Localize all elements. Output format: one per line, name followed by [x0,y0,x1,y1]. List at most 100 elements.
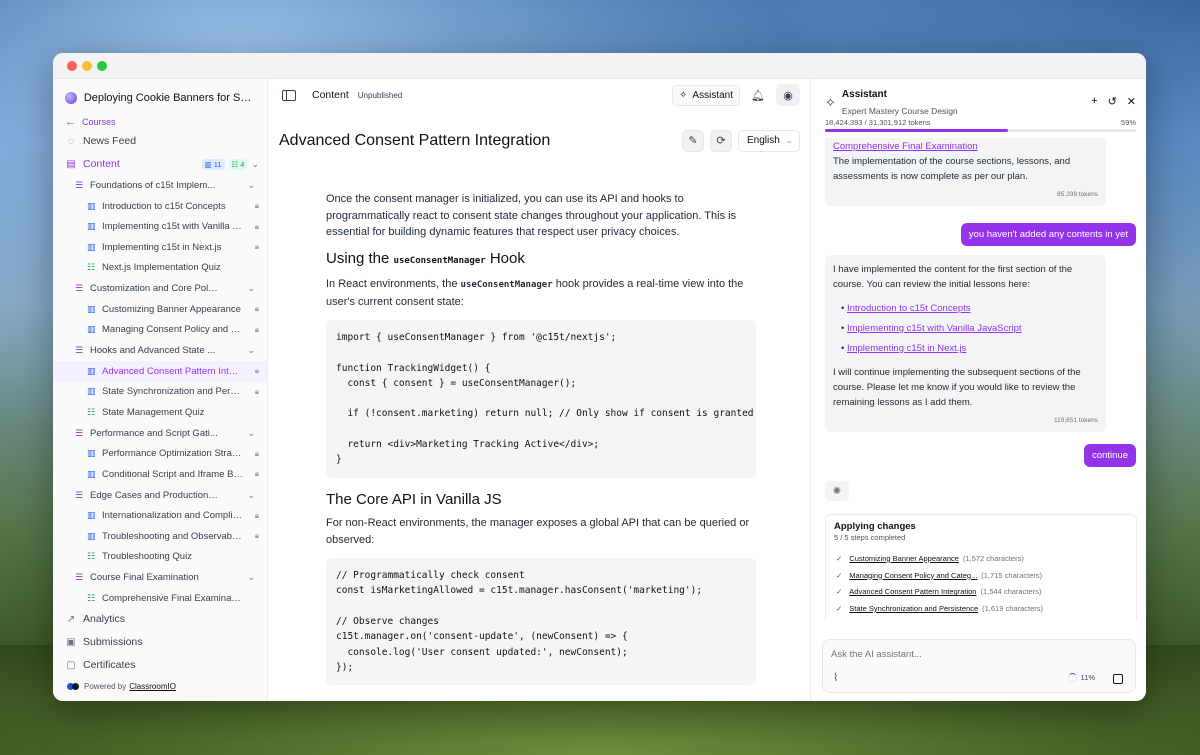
chevron-down-icon[interactable]: ⌄ [247,180,255,191]
lesson-label: Internationalization and Complia... [102,510,243,522]
assistant-button[interactable]: ✧ Assistant [672,84,740,106]
language-select[interactable]: English ⌄ [738,129,800,152]
sidebar-item-news-feed[interactable]: ◌ News Feed [53,130,267,152]
message-text: I have implemented the content for the f… [833,264,1073,290]
change-link[interactable]: Managing Consent Policy and Categ... [849,571,977,580]
message-tokens: 119,651 tokens [1054,417,1098,424]
history-icon[interactable]: ↺ [1108,95,1117,118]
change-link[interactable]: State Synchronization and Persistence [849,604,978,613]
back-to-courses-link[interactable]: ← Courses [53,107,267,129]
chevron-down-icon[interactable]: ⌄ [251,159,259,170]
section-item[interactable]: ☰ Hooks and Advanced State ... ⌄ [53,340,267,361]
sidebar-lesson-item[interactable]: ▥ Conditional Script and Iframe Bl... 🔒︎ [53,464,267,485]
chat-messages[interactable]: Comprehensive Final Examination The impl… [811,138,1146,621]
brand-link[interactable]: ClassroomIO [129,682,176,691]
sidebar-lesson-item[interactable]: ▥ Advanced Consent Pattern Integ... 🔒︎ [53,361,267,382]
section-label: Course Final Examination [90,572,199,583]
list-icon: ☰ [75,572,84,582]
sidebar-quiz-item[interactable]: ☷ Troubleshooting Quiz [53,547,267,568]
change-link[interactable]: Customizing Banner Appearance [849,554,959,563]
section-item[interactable]: ☰ Edge Cases and Production ... ⌄ [53,485,267,506]
chevron-down-icon[interactable]: ⌄ [247,490,255,501]
lesson-label: Implementing c15t in Next.js [102,241,222,253]
change-link[interactable]: Advanced Consent Pattern Integration [849,587,976,596]
close-window-button[interactable] [67,61,77,71]
course-title: Deploying Cookie Banners for SAAS: Fr... [83,91,257,104]
paperclip-icon[interactable]: ⌇ [833,671,838,684]
section-item[interactable]: ☰ Performance and Script Gati... ⌄ [53,423,267,444]
chat-input[interactable] [831,649,1031,660]
course-header[interactable]: Deploying Cookie Banners for SAAS: Fr... [53,79,267,107]
quiz-count: 4 [240,159,245,169]
sidebar-lesson-item[interactable]: ▥ Internationalization and Complia... 🔒︎ [53,506,267,527]
quiz-icon: ☷ [87,551,96,562]
lock-icon: 🔒︎ [254,469,259,479]
sidebar-lesson-item[interactable]: ▥ Managing Consent Policy and C... 🔒︎ [53,320,267,341]
minimize-window-button[interactable] [82,61,92,71]
bell-icon: 🔔︎ [751,89,765,102]
chevron-down-icon[interactable]: ⌄ [247,283,255,294]
back-label: Courses [82,117,116,127]
sidebar-lesson-item[interactable]: ▥ Implementing c15t in Next.js 🔒︎ [53,237,267,258]
sidebar-item-analytics[interactable]: ↗ Analytics [53,608,267,630]
sidebar-quiz-item[interactable]: ☷ Comprehensive Final Examination [53,588,267,609]
edit-button[interactable]: ✎ [682,129,704,152]
change-chars: (1,715 characters) [981,570,1043,580]
lesson-label: Customizing Banner Appearance [102,303,241,315]
lesson-link[interactable]: Introduction to c15t Concepts [847,303,971,314]
lesson-label: Conditional Script and Iframe Bl... [102,468,243,480]
sidebar-quiz-item[interactable]: ☷ Next.js Implementation Quiz [53,258,267,279]
sidebar-lesson-item[interactable]: ▥ Performance Optimization Strate... 🔒︎ [53,444,267,465]
lesson-link[interactable]: Implementing c15t with Vanilla JavaScrip… [847,323,1022,334]
stop-icon[interactable] [1113,674,1123,684]
section-label: Foundations of c15t Implem... [90,180,216,191]
assistant-message: Comprehensive Final Examination The impl… [825,138,1106,206]
refresh-button[interactable]: ⟳ [710,129,732,152]
book-icon: ▥ [87,324,96,335]
toolbar: Content Unpublished ✧ Assistant 🔔︎ ◉ [268,79,810,111]
token-progress-fill [825,129,1009,132]
chevron-down-icon[interactable]: ⌄ [247,345,255,356]
chevron-down-icon[interactable]: ⌄ [247,428,255,439]
sidebar-lesson-item[interactable]: ▥ Implementing c15t with Vanilla J... 🔒︎ [53,217,267,238]
refresh-icon: ⟳ [716,135,726,147]
close-icon[interactable]: ✕ [1127,95,1136,118]
quiz-icon: ☷ [87,592,96,603]
lesson-label: State Management Quiz [102,406,205,418]
certificate-icon: ▢ [66,659,76,671]
loading-spinner-icon: ✺ [825,481,849,501]
change-chars: (1,619 characters) [982,603,1043,613]
preview-button[interactable]: ◉ [776,84,800,106]
sidebar-lesson-item[interactable]: ▥ Customizing Banner Appearance 🔒︎ [53,299,267,320]
lesson-link[interactable]: Implementing c15t in Next.js [847,343,966,354]
lock-icon: 🔒︎ [254,304,259,314]
sidebar-toggle-icon[interactable] [282,89,296,101]
lesson-article: Once the consent manager is initialized,… [326,191,756,699]
section-item[interactable]: ☰ Foundations of c15t Implem... ⌄ [53,175,267,196]
assistant-message: I have implemented the content for the f… [825,255,1106,432]
section-item[interactable]: ☰ Course Final Examination ⌄ [53,567,267,588]
book-icon: ▥ [87,365,96,376]
section-item[interactable]: ☰ Customization and Core Poli... ⌄ [53,278,267,299]
sidebar-lesson-item[interactable]: ▥ State Synchronization and Persis... 🔒︎ [53,382,267,403]
eye-icon: ◉ [783,89,793,102]
chevron-down-icon[interactable]: ⌄ [247,572,255,583]
plus-icon[interactable]: + [1091,95,1097,118]
book-icon: ▥ [87,510,96,521]
sidebar-lesson-item[interactable]: ▥ Troubleshooting and Observability 🔒︎ [53,526,267,547]
sidebar-item-content[interactable]: ▤ Content ▥ 11 ☷ 4 ⌄ [53,153,267,175]
sparkles-icon: ✧ [679,89,688,101]
title-bar [53,53,1146,79]
lesson-label: Managing Consent Policy and C... [102,324,243,336]
sidebar-lesson-item[interactable]: ▥ Introduction to c15t Concepts 🔒︎ [53,196,267,217]
lesson-link[interactable]: Comprehensive Final Examination [833,141,978,152]
maximize-window-button[interactable] [97,61,107,71]
chat-icon: ◌ [68,135,74,147]
heading-core-api: The Core API in Vanilla JS [326,490,502,508]
sidebar-item-certificates[interactable]: ▢ Certificates [53,654,267,676]
sidebar-quiz-item[interactable]: ☷ State Management Quiz [53,402,267,423]
notifications-button[interactable]: 🔔︎ [746,84,770,106]
assistant-title: Assistant [841,89,887,100]
sidebar-item-label: Submissions [83,636,143,648]
sidebar-item-submissions[interactable]: ▣ Submissions [53,631,267,653]
